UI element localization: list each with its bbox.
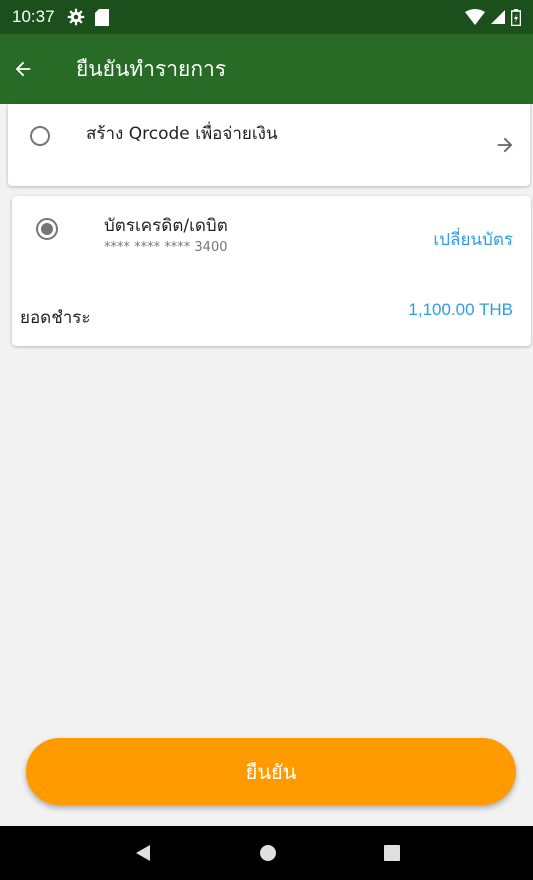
change-card-link[interactable]: เปลี่ยนบัตร [433,226,513,253]
back-button[interactable] [0,34,58,104]
home-icon[interactable] [259,844,277,862]
page-title: ยืนยันทำรายการ [76,56,227,81]
back-arrow-icon [15,61,31,77]
recents-icon[interactable] [383,845,400,861]
settings-icon [67,8,84,26]
back-icon[interactable] [134,844,152,862]
radio-selected-dot [41,223,53,235]
credit-card-payment-option[interactable]: บัตรเครดิต/เดบิต **** **** **** 3400 เปล… [12,196,531,346]
battery-icon [511,8,521,26]
qrcode-radio[interactable] [30,126,50,146]
arrow-right-icon[interactable] [494,134,516,156]
status-icons-left [67,8,109,26]
system-nav-bar [0,826,533,880]
credit-card-option-label: บัตรเครดิต/เดบิต [104,216,228,236]
total-amount: 1,100.00 THB [408,300,513,319]
qrcode-option-label: สร้าง Qrcode เพื่อจ่ายเงิน [86,124,278,144]
masked-card-number: **** **** **** 3400 [104,240,228,255]
qrcode-payment-option[interactable]: สร้าง Qrcode เพื่อจ่ายเงิน [8,104,530,186]
confirm-button[interactable]: ยืนยัน [26,738,516,805]
status-time: 10:37 [12,7,55,26]
total-label: ยอดชำระ [20,308,91,328]
signal-icon [491,10,505,24]
status-bar: 10:37 [0,0,533,34]
wifi-icon [465,9,485,25]
app-bar: ยืนยันทำรายการ [0,34,533,104]
status-icons-right [465,8,521,26]
sd-card-icon [94,8,109,26]
credit-card-radio[interactable] [36,218,58,240]
